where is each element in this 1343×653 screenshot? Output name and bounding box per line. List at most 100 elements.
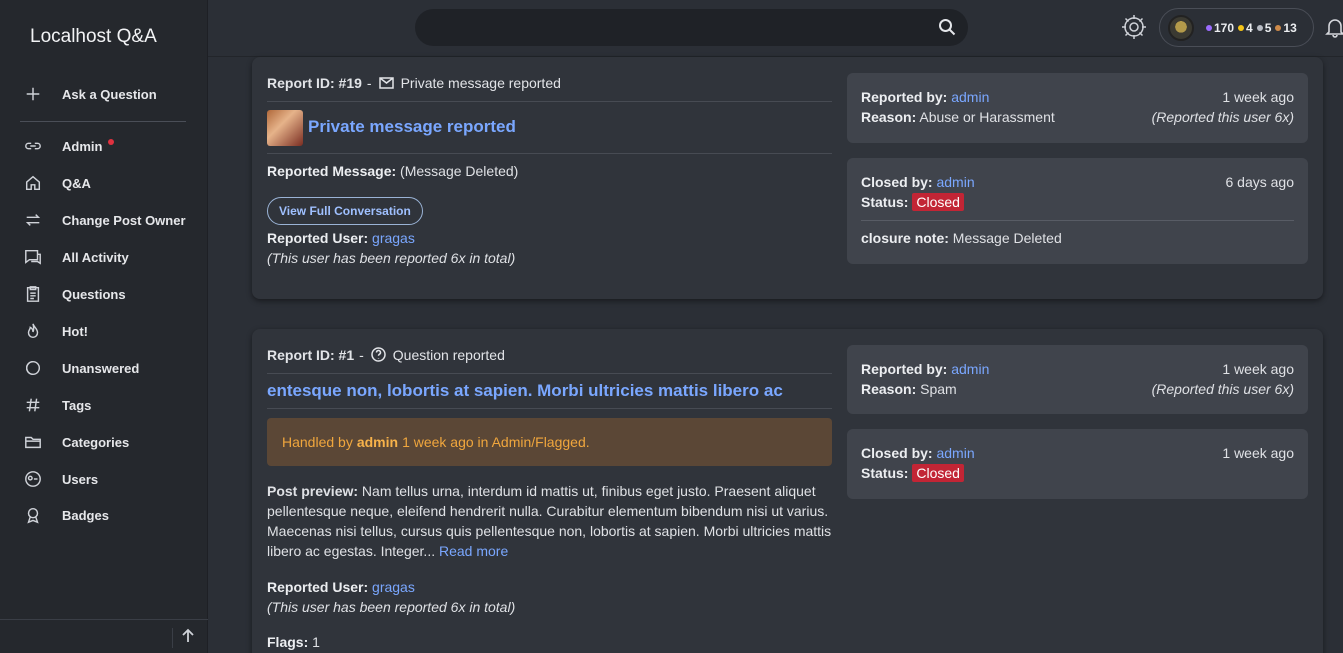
sidebar-item-qa[interactable]: Q&A: [22, 169, 198, 197]
view-conversation-button[interactable]: View Full Conversation: [267, 197, 423, 225]
reporter-link[interactable]: admin: [951, 89, 989, 105]
reported-time: 1 week ago: [1222, 89, 1294, 105]
closer-link[interactable]: admin: [936, 174, 974, 190]
list-icon: [22, 284, 44, 304]
sidebar-item-unanswered[interactable]: Unanswered: [22, 354, 198, 382]
bronze-count: 13: [1283, 20, 1297, 35]
silver-badge-dot: [1256, 24, 1263, 31]
sidebar-item-tags[interactable]: Tags: [22, 391, 198, 419]
report-id: Report ID: #19: [267, 74, 362, 91]
ask-question-label: Ask a Question: [62, 86, 157, 102]
reported-by-panel: Reported by: admin 1 week ago Reason: Sp…: [847, 345, 1308, 414]
sidebar-item-label: All Activity: [62, 249, 129, 265]
user-link[interactable]: gragas: [372, 579, 415, 595]
handled-notice: Handled by admin 1 week ago in Admin/Fla…: [267, 418, 832, 466]
topbar: 170 4 5 13: [208, 0, 1343, 57]
bell-icon[interactable]: [1324, 16, 1343, 38]
divider: [267, 408, 832, 409]
divider: [861, 220, 1294, 221]
status-badge: Closed: [912, 464, 964, 482]
report-header: Report ID: #19 - Private message reporte…: [267, 74, 561, 91]
sidebar-item-label: Admin: [62, 138, 103, 154]
points-dot: [1206, 24, 1212, 31]
sidebar-item-label: Questions: [62, 286, 126, 302]
question-circle-icon: [370, 346, 387, 363]
closed-time: 6 days ago: [1225, 174, 1295, 190]
reported-by: Reported by: admin: [861, 361, 990, 377]
swap-icon: [22, 210, 44, 230]
reporter-link[interactable]: admin: [951, 361, 989, 377]
theme-settings-icon[interactable]: [1120, 13, 1148, 41]
separator: -: [359, 346, 364, 363]
ask-question-button[interactable]: Ask a Question: [22, 80, 198, 108]
sidebar-item-label: Unanswered: [62, 360, 140, 376]
search-bar[interactable]: [415, 9, 968, 46]
sidebar-item-change-post-owner[interactable]: Change Post Owner: [22, 206, 198, 234]
users-icon: [22, 469, 44, 489]
closed-by: Closed by: admin: [861, 445, 975, 461]
user-menu[interactable]: 170 4 5 13: [1159, 8, 1314, 47]
search-input[interactable]: [415, 9, 915, 46]
report-title-link[interactable]: Private message reported: [308, 117, 516, 137]
report-details: Report ID: #19 - Private message reporte…: [267, 57, 832, 299]
user-report-note: (This user has been reported 6x in total…: [267, 599, 516, 615]
closure-note: closure note: Message Deleted: [861, 230, 1062, 246]
sidebar-item-categories[interactable]: Categories: [22, 428, 198, 456]
report-type: Private message reported: [400, 74, 561, 91]
report-status: Status: Closed: [861, 193, 964, 211]
sidebar-item-label: Q&A: [62, 175, 91, 191]
user-link[interactable]: gragas: [372, 230, 415, 246]
report-header: Report ID: #1 - Question reported: [267, 346, 505, 363]
sidebar-item-badges[interactable]: Badges: [22, 501, 198, 529]
sidebar-item-admin[interactable]: Admin: [22, 132, 198, 160]
divider: [267, 373, 832, 374]
home-icon: [22, 173, 44, 193]
bronze-badge-dot: [1275, 24, 1282, 31]
arrow-up-icon: [182, 628, 194, 642]
envelope-icon: [378, 74, 395, 91]
sidebar-item-all-activity[interactable]: All Activity: [22, 243, 198, 271]
half-moon-icon: [22, 358, 44, 378]
report-count: (Reported this user 6x): [1151, 109, 1294, 125]
closure-panel: Closed by: admin 1 week ago Status: Clos…: [847, 429, 1308, 499]
closed-by: Closed by: admin: [861, 174, 975, 190]
footer-divider: [172, 628, 173, 648]
handler-name: admin: [356, 434, 399, 450]
report-id: Report ID: #1: [267, 346, 355, 363]
divider: [267, 153, 832, 154]
report-title-link[interactable]: entesque non, lobortis at sapien. Morbi …: [267, 381, 783, 401]
report-card: Report ID: #1 - Question reported entesq…: [252, 329, 1323, 653]
sidebar-item-label: Categories: [62, 434, 130, 450]
sidebar-footer: [0, 619, 208, 653]
avatar: [1168, 14, 1194, 41]
read-more-link[interactable]: Read more: [439, 543, 508, 559]
sidebar-item-hot[interactable]: Hot!: [22, 317, 198, 345]
points-count: 170: [1214, 20, 1235, 35]
post-preview: Post preview: Nam tellus urna, interdum …: [267, 483, 832, 559]
user-report-note: (This user has been reported 6x in total…: [267, 250, 516, 266]
reported-by: Reported by: admin: [861, 89, 990, 105]
sidebar-item-users[interactable]: Users: [22, 465, 198, 493]
closed-time: 1 week ago: [1222, 445, 1294, 461]
reported-by-panel: Reported by: admin 1 week ago Reason: Ab…: [847, 73, 1308, 143]
chat-icon: [22, 247, 44, 267]
sidebar-item-label: Change Post Owner: [62, 212, 186, 228]
search-icon[interactable]: [938, 18, 956, 36]
folder-icon: [22, 432, 44, 452]
notification-dot: [108, 139, 115, 145]
sidebar-item-label: Tags: [62, 397, 92, 413]
badge-icon: [22, 505, 44, 525]
reported-user: Reported User: gragas: [267, 579, 415, 595]
site-brand[interactable]: Localhost Q&A: [30, 26, 157, 48]
link-icon: [22, 136, 44, 156]
sidebar-item-questions[interactable]: Questions: [22, 280, 198, 308]
reported-message: Reported Message: (Message Deleted): [267, 163, 519, 179]
gold-count: 4: [1246, 20, 1253, 35]
plus-icon: [22, 84, 44, 104]
fire-icon: [22, 321, 44, 341]
closer-link[interactable]: admin: [936, 445, 974, 461]
reported-time: 1 week ago: [1222, 361, 1294, 377]
nav-divider: [20, 121, 186, 122]
sidebar-item-label: Badges: [62, 507, 109, 523]
scroll-top-button[interactable]: [180, 628, 200, 648]
